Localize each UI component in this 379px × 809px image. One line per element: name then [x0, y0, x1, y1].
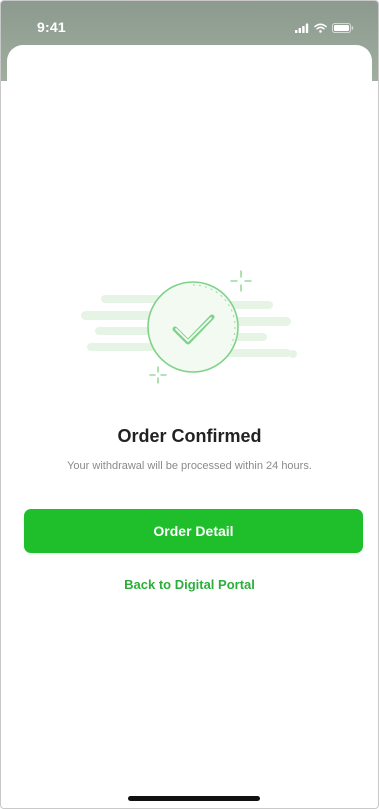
battery-icon [332, 23, 354, 33]
home-indicator[interactable] [128, 796, 260, 801]
order-success-illustration [81, 270, 297, 384]
status-icons [295, 23, 354, 33]
order-detail-button[interactable]: Order Detail [24, 509, 363, 553]
withdrawal-message: Your withdrawal will be processed within… [67, 460, 312, 472]
sparkle-icon [149, 366, 167, 384]
cellular-signal-icon [295, 23, 309, 33]
check-circle-icon [147, 281, 239, 373]
phone-screen: 9:41 Order Confirmed Your withdrawal wil… [0, 0, 379, 809]
status-time: 9:41 [37, 19, 66, 35]
sparkle-icon [230, 270, 252, 292]
order-confirmed-title: Order Confirmed [117, 426, 262, 446]
back-to-digital-portal-link[interactable]: Back to Digital Portal [1, 577, 378, 592]
wifi-icon [314, 23, 327, 33]
